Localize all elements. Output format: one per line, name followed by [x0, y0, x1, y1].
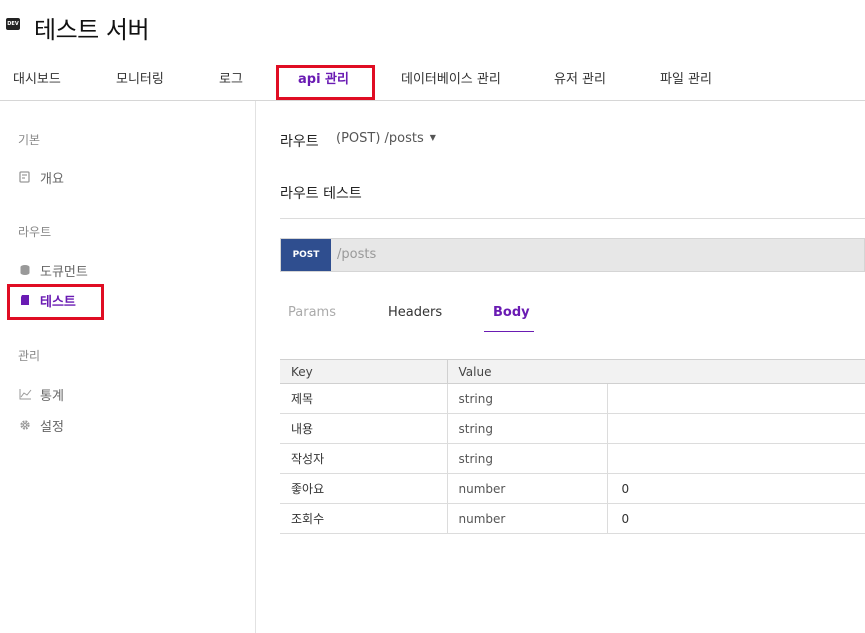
- chart-icon: [18, 386, 32, 406]
- param-value-input[interactable]: 0: [606, 503, 865, 534]
- tab-monitoring[interactable]: 모니터링: [116, 60, 164, 100]
- param-key: 제목: [280, 383, 447, 414]
- route-select-value: (POST) /posts: [336, 131, 424, 146]
- param-type: string: [446, 413, 607, 444]
- route-select[interactable]: (POST) /posts ▼: [336, 131, 436, 146]
- active-sidebar-highlight: [7, 284, 104, 320]
- app-header: DEV 테스트 서버: [0, 0, 865, 52]
- sidebar-item-label: 도큐먼트: [40, 265, 88, 280]
- request-url-bar: POST /posts: [280, 238, 865, 272]
- tab-file-management[interactable]: 파일 관리: [660, 60, 712, 100]
- active-tab-highlight: [276, 65, 375, 100]
- sidebar-section-manage: 관리: [18, 349, 41, 363]
- column-header-value: Value: [446, 359, 865, 384]
- route-label: 라우트: [280, 134, 319, 150]
- param-key: 좋아요: [280, 473, 447, 504]
- section-divider: [280, 218, 865, 219]
- param-type: number: [446, 473, 607, 504]
- tab-body[interactable]: Body: [493, 305, 530, 320]
- param-key: 작성자: [280, 443, 447, 474]
- app-title: 테스트 서버: [34, 16, 150, 44]
- column-header-key: Key: [280, 359, 447, 384]
- method-badge[interactable]: POST: [281, 239, 331, 271]
- sidebar-section-route: 라우트: [18, 225, 52, 239]
- param-type: string: [446, 443, 607, 474]
- param-value-input[interactable]: [606, 383, 865, 414]
- sidebar-item-statistics[interactable]: 통계: [18, 386, 64, 406]
- route-test-title: 라우트 테스트: [280, 186, 362, 202]
- tab-params[interactable]: Params: [288, 305, 336, 320]
- sidebar-item-settings[interactable]: 설정: [18, 417, 64, 437]
- param-type: string: [446, 383, 607, 414]
- chevron-down-icon: ▼: [429, 133, 436, 142]
- dev-logo-icon: DEV: [6, 18, 20, 30]
- sidebar-item-document[interactable]: 도큐먼트: [18, 262, 88, 282]
- tab-user-management[interactable]: 유저 관리: [554, 60, 606, 100]
- tab-logs[interactable]: 로그: [219, 60, 243, 100]
- table-row: 작성자 string: [280, 443, 865, 474]
- gear-icon: [18, 417, 32, 437]
- url-input[interactable]: /posts: [337, 239, 376, 271]
- param-key: 조회수: [280, 503, 447, 534]
- sidebar-item-overview[interactable]: 개요: [18, 169, 64, 189]
- param-value-input[interactable]: [606, 443, 865, 474]
- param-key: 내용: [280, 413, 447, 444]
- sidebar-item-label: 개요: [40, 172, 64, 187]
- sidebar-item-label: 통계: [40, 389, 64, 404]
- table-row: 내용 string: [280, 413, 865, 444]
- body-params-table: Key Value 제목 string 내용 string 작성자 string…: [280, 359, 865, 534]
- tab-headers[interactable]: Headers: [388, 305, 442, 320]
- database-icon: [18, 262, 32, 282]
- param-type: number: [446, 503, 607, 534]
- param-value-input[interactable]: [606, 413, 865, 444]
- overview-icon: [18, 169, 32, 189]
- sidebar-section-basic: 기본: [18, 133, 41, 147]
- tab-database-management[interactable]: 데이터베이스 관리: [401, 60, 501, 100]
- table-row: 조회수 number 0: [280, 503, 865, 534]
- sidebar-item-label: 설정: [40, 420, 64, 435]
- active-subtab-indicator: [484, 331, 534, 332]
- tab-dashboard[interactable]: 대시보드: [13, 60, 61, 100]
- table-row: 제목 string: [280, 383, 865, 414]
- table-row: 좋아요 number 0: [280, 473, 865, 504]
- param-value-input[interactable]: 0: [606, 473, 865, 504]
- main-tabs: 대시보드 모니터링 로그 api 관리 데이터베이스 관리 유저 관리 파일 관…: [0, 60, 865, 101]
- table-header-row: Key Value: [280, 359, 865, 384]
